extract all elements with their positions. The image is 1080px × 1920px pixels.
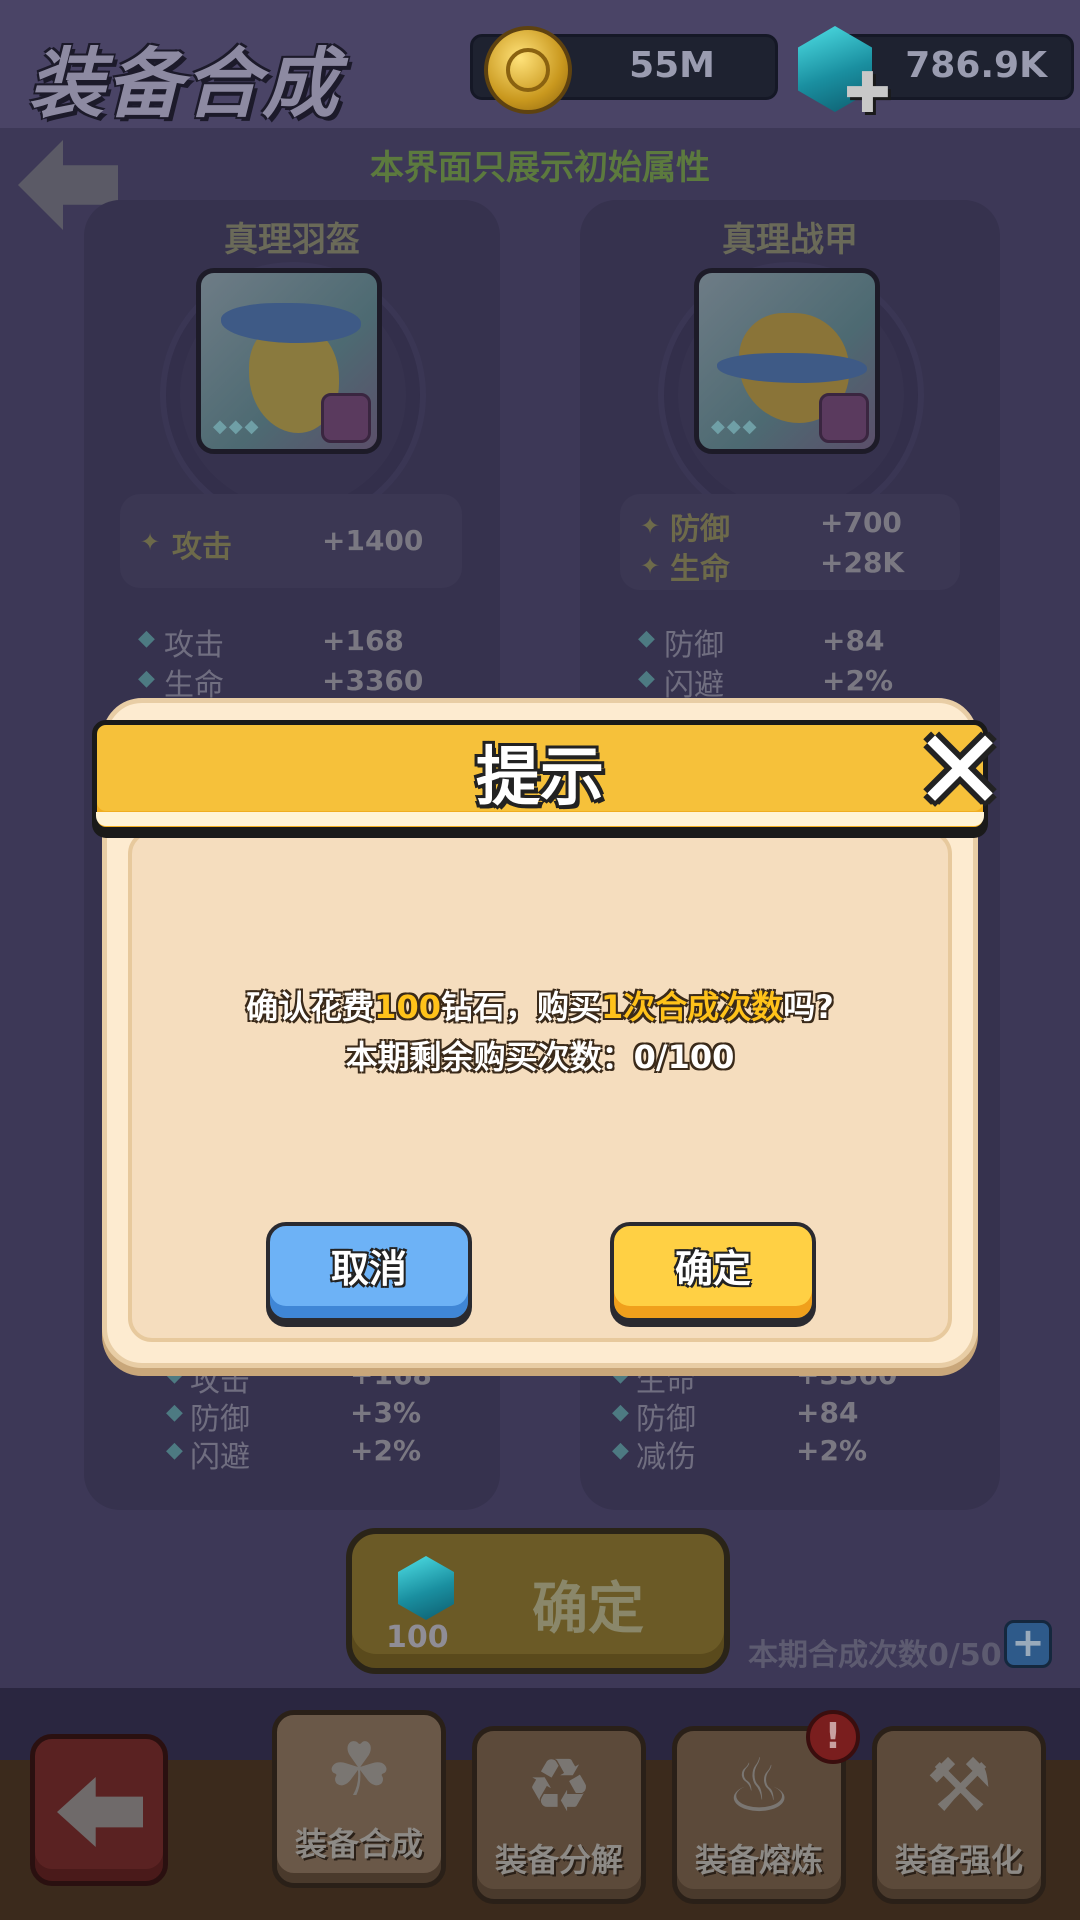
dialog-message-line2: 本期剩余购买次数：0/100	[345, 1038, 735, 1076]
msg-text: 钻石，购买	[440, 988, 601, 1026]
cancel-button[interactable]: 取消	[266, 1222, 472, 1322]
confirm-button[interactable]: 确定	[610, 1222, 816, 1322]
close-icon[interactable]: ✕	[912, 715, 1008, 827]
msg-text: 吗?	[783, 988, 834, 1026]
msg-text: 确认花费	[246, 988, 375, 1026]
dialog-body	[128, 830, 952, 1342]
dialog-message-line1: 确认花费100钻石，购买1次合成次数吗?	[0, 982, 1080, 1028]
msg-highlight-cost: 100	[374, 988, 441, 1026]
msg-highlight-item: 1次合成次数	[600, 988, 784, 1026]
